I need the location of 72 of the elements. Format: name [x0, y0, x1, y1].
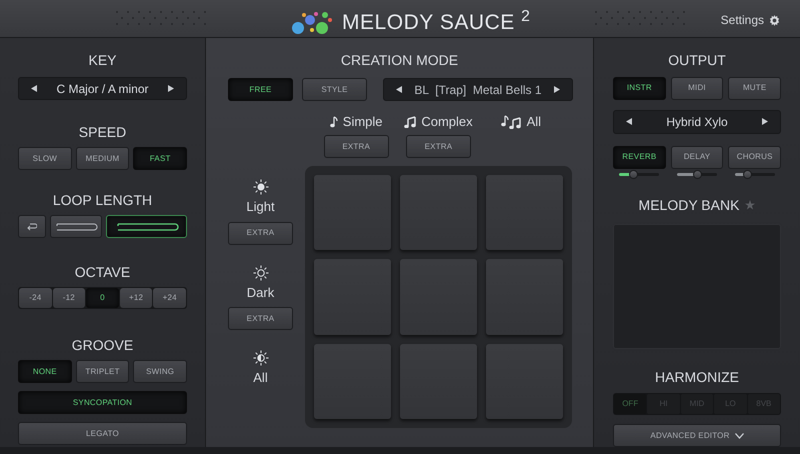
octave-option[interactable]: -24	[19, 288, 52, 308]
octave-option[interactable]: +24	[153, 288, 186, 308]
next-arrow-icon[interactable]	[762, 118, 768, 126]
speed-option[interactable]: FAST	[133, 147, 188, 170]
extra-button[interactable]: EXTRA	[324, 135, 389, 158]
sun-icon	[252, 350, 268, 366]
settings-icon[interactable]	[769, 14, 780, 26]
effect-toggle[interactable]: REVERB	[613, 146, 666, 169]
section-heading: SPEED	[78, 123, 126, 142]
loop-length-button[interactable]	[50, 215, 102, 238]
advanced-editor-button[interactable]: ADVANCED EDITOR	[613, 424, 781, 447]
effect-toggle[interactable]: CHORUS	[728, 146, 782, 169]
section-heading: KEY	[88, 51, 116, 70]
section-heading: LOOP LENGTH	[52, 191, 152, 210]
octave-option[interactable]: +12	[120, 288, 152, 308]
complexity-label[interactable]: All	[526, 112, 542, 132]
next-arrow-icon[interactable]	[554, 86, 560, 93]
mood-label[interactable]: Light	[246, 197, 275, 216]
effect-toggle[interactable]: DELAY	[670, 146, 724, 169]
sun-icon	[252, 264, 268, 280]
octave-option[interactable]: 0	[86, 288, 119, 308]
loop-length-button[interactable]	[18, 215, 46, 238]
creation-mode-button[interactable]: STYLE	[302, 78, 367, 101]
groove-option[interactable]: SWING	[133, 360, 188, 383]
output-option[interactable]: MUTE	[728, 77, 782, 100]
slider-thumb[interactable]	[629, 170, 638, 179]
speed-option[interactable]: SLOW	[18, 147, 72, 170]
slider-thumb[interactable]	[693, 170, 702, 179]
sun-icon	[252, 179, 268, 195]
groove-option[interactable]: TRIPLET	[76, 360, 130, 383]
speed-option[interactable]: MEDIUM	[76, 147, 130, 170]
slider-thumb[interactable]	[742, 170, 752, 179]
settings-link[interactable]: Settings	[720, 11, 764, 29]
long-loop-icon	[114, 222, 178, 230]
chevron-down-icon	[734, 432, 744, 439]
section-heading: HARMONIZE	[655, 368, 739, 388]
section-heading: GROOVE	[72, 336, 134, 355]
extra-button[interactable]: EXTRA	[406, 135, 471, 158]
syncopation-toggle[interactable]: SYNCOPATION	[18, 391, 187, 414]
speaker-grille-icon	[592, 10, 686, 26]
speaker-grille-icon	[113, 10, 207, 26]
section-heading: MELODY BANK	[638, 196, 740, 215]
next-arrow-icon[interactable]	[168, 85, 174, 92]
effect-slider[interactable]	[677, 172, 717, 176]
previous-arrow-icon[interactable]	[31, 85, 37, 92]
complexity-label[interactable]: Complex	[421, 112, 473, 132]
octave-option[interactable]: -12	[52, 288, 86, 308]
mood-label[interactable]: All	[253, 368, 268, 388]
effect-slider[interactable]	[619, 172, 660, 176]
notes-icon	[404, 116, 418, 128]
section-heading: OCTAVE	[74, 263, 130, 282]
short-loop-icon	[54, 222, 98, 230]
previous-arrow-icon[interactable]	[626, 118, 632, 126]
section-heading: CREATION MODE	[340, 51, 460, 70]
extra-button[interactable]: EXTRA	[228, 222, 293, 244]
section-heading: OUTPUT	[668, 51, 726, 70]
note-icon	[330, 116, 339, 128]
mood-label[interactable]: Dark	[246, 282, 274, 302]
loop-length-button[interactable]	[106, 215, 187, 238]
notes-icon	[500, 115, 523, 129]
loop-back-icon	[27, 222, 37, 230]
app-title: MELODY SAUCE $^{2}$	[342, 7, 530, 36]
legato-toggle[interactable]: LEGATO	[18, 422, 187, 445]
output-option[interactable]: MIDI	[670, 77, 724, 100]
star-icon[interactable]	[745, 200, 756, 210]
complexity-label[interactable]: Simple	[342, 112, 383, 132]
extra-button[interactable]: EXTRA	[228, 307, 293, 330]
effect-slider[interactable]	[734, 172, 775, 176]
groove-option[interactable]: NONE	[18, 360, 72, 383]
output-option[interactable]: INSTR	[613, 77, 666, 100]
previous-arrow-icon[interactable]	[396, 86, 402, 93]
creation-mode-button[interactable]: FREE	[228, 78, 293, 101]
